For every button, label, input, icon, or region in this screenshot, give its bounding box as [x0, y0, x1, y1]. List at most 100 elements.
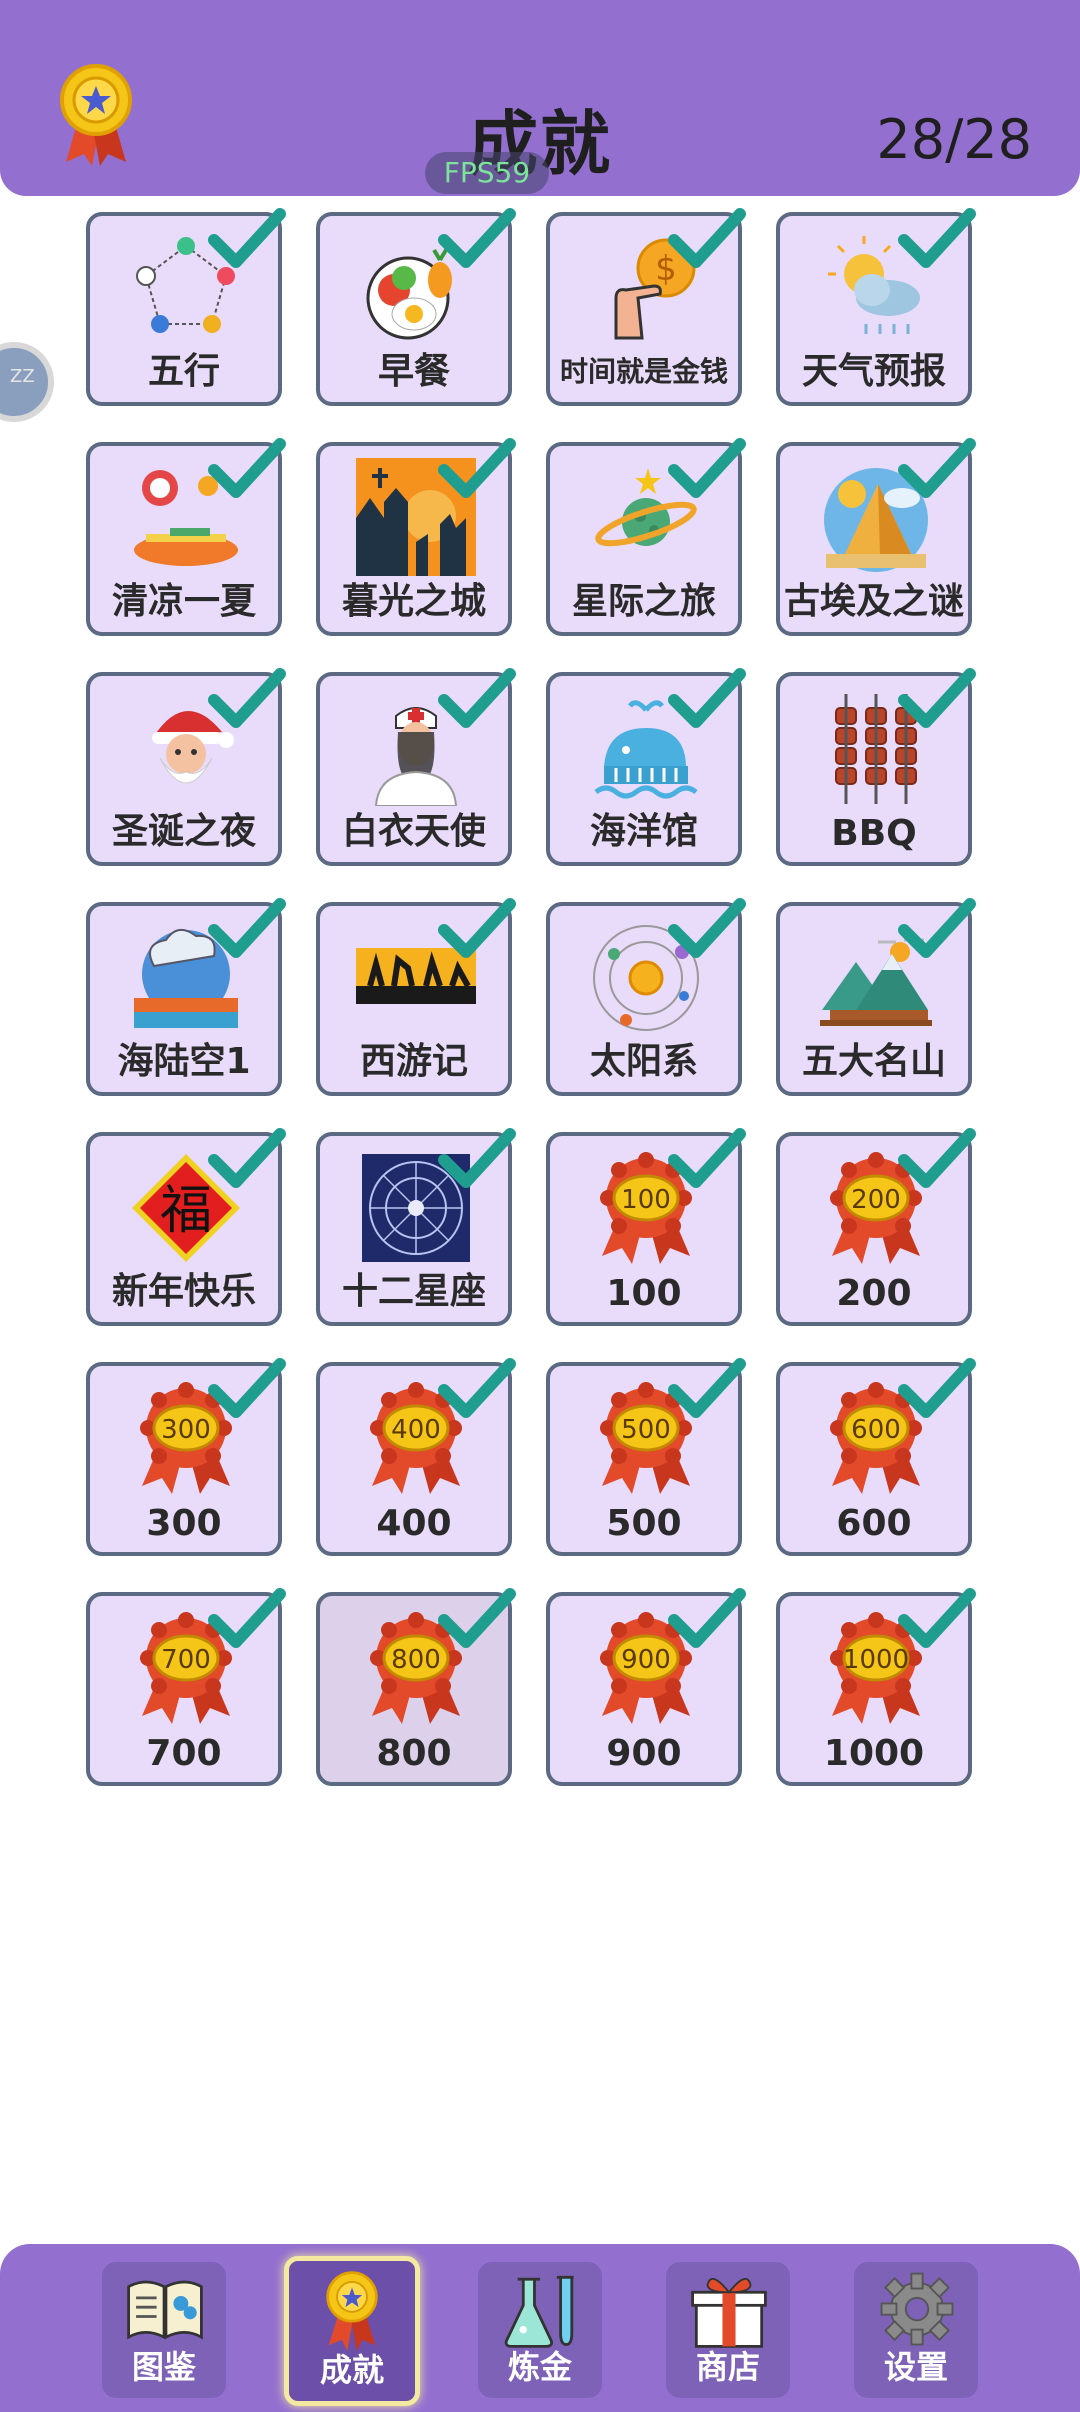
achievement-count: 28/28 [876, 108, 1032, 171]
check-icon [208, 438, 286, 498]
achievement-label: 1000 [823, 1733, 925, 1774]
achievement-card[interactable]: 五大名山 [776, 898, 976, 1096]
achievement-card[interactable]: 600 600 [776, 1358, 976, 1556]
achievement-card[interactable]: 500 500 [546, 1358, 746, 1556]
achievement-label: 海陆空1 [117, 1041, 251, 1082]
achievement-card[interactable]: 900 900 [546, 1588, 746, 1786]
check-icon [438, 208, 516, 268]
fps-counter: FPS59 [425, 152, 549, 194]
achievement-card[interactable]: 白衣天使 [316, 668, 516, 866]
badge-number: 900 [621, 1645, 671, 1675]
badge-number: 100 [621, 1185, 671, 1215]
check-icon [438, 438, 516, 498]
achievement-label: 五行 [147, 351, 220, 392]
achievement-label: 星际之旅 [571, 581, 716, 622]
flask-icon [504, 2275, 574, 2348]
bottom-nav: 图鉴 成就 炼金 商店 设置 [0, 2244, 1080, 2412]
achievement-card[interactable]: 海陆空1 [86, 898, 286, 1096]
top-bar: 成就 28/28 FPS59 [0, 0, 1080, 196]
nav-label: 设置 [883, 2348, 948, 2386]
achievement-card[interactable]: 古埃及之谜 [776, 438, 976, 636]
floating-handle-label: ZZ [10, 366, 35, 387]
check-icon [208, 668, 286, 728]
check-icon [438, 1128, 516, 1188]
check-icon [208, 208, 286, 268]
achievement-card[interactable]: 暮光之城 [316, 438, 516, 636]
achievement-label: 新年快乐 [111, 1271, 256, 1312]
achievement-card[interactable]: 圣诞之夜 [86, 668, 286, 866]
check-icon [208, 1588, 286, 1648]
achievement-card[interactable]: 天气预报 [776, 208, 976, 406]
achievement-label: 海洋馆 [589, 811, 698, 852]
check-icon [668, 438, 746, 498]
achievement-card[interactable]: 700 700 [86, 1588, 286, 1786]
check-icon [668, 1128, 746, 1188]
achievement-card[interactable]: BBQ [776, 668, 976, 866]
achievement-card[interactable]: 星际之旅 [546, 438, 746, 636]
achievement-card[interactable]: 海洋馆 [546, 668, 746, 866]
achievement-card[interactable]: 100 100 [546, 1128, 746, 1326]
badge-number: 600 [851, 1415, 901, 1445]
check-icon [208, 1128, 286, 1188]
achievement-label: 400 [376, 1503, 452, 1544]
achievement-label: 700 [146, 1733, 222, 1774]
achievement-label: 100 [606, 1273, 682, 1314]
check-icon [668, 898, 746, 958]
floating-handle[interactable]: ZZ [0, 342, 54, 422]
achievement-label: 十二星座 [341, 1271, 486, 1312]
badge-number: 700 [161, 1645, 211, 1675]
check-icon [898, 1128, 976, 1188]
check-icon [898, 668, 976, 728]
achievement-label: 古埃及之谜 [783, 581, 964, 622]
badge-number: 300 [161, 1415, 211, 1445]
nav-label: 商店 [695, 2348, 760, 2386]
achievement-card[interactable]: 早餐 [316, 208, 516, 406]
check-icon [898, 1588, 976, 1648]
badge-number: 400 [391, 1415, 441, 1445]
achievement-label: 西游记 [359, 1041, 468, 1082]
nav-item-book[interactable]: 图鉴 [102, 2262, 226, 2398]
check-icon [208, 898, 286, 958]
badge-number: 500 [621, 1415, 671, 1445]
achievement-card[interactable]: 福新年快乐 [86, 1128, 286, 1326]
gear-icon [880, 2272, 954, 2346]
achievement-card[interactable]: 1000 1000 [776, 1588, 976, 1786]
achievement-label: 太阳系 [589, 1041, 698, 1082]
achievement-label: 800 [376, 1733, 452, 1774]
achievement-label: 200 [836, 1273, 912, 1314]
check-icon [898, 208, 976, 268]
achievement-card[interactable]: $ 时间就是金钱 [546, 208, 746, 406]
nav-item-gift[interactable]: 商店 [666, 2262, 790, 2398]
check-icon [668, 208, 746, 268]
achievement-label: 清凉一夏 [111, 581, 256, 622]
check-icon [668, 668, 746, 728]
check-icon [668, 1358, 746, 1418]
nav-item-flask[interactable]: 炼金 [478, 2262, 602, 2398]
achievement-card[interactable]: 太阳系 [546, 898, 746, 1096]
gift-icon [691, 2277, 767, 2348]
check-icon [438, 1358, 516, 1418]
nav-item-medal[interactable]: 成就 [284, 2256, 420, 2406]
achievement-label: 天气预报 [801, 351, 946, 392]
nav-label: 图鉴 [131, 2348, 196, 2386]
achievement-label: BBQ [831, 813, 917, 854]
achievement-card[interactable]: 十二星座 [316, 1128, 516, 1326]
achievement-label: 900 [606, 1733, 682, 1774]
check-icon [898, 438, 976, 498]
achievement-label: 圣诞之夜 [111, 811, 256, 852]
medal-icon [326, 2271, 378, 2351]
check-icon [438, 1588, 516, 1648]
achievement-label: 白衣天使 [341, 811, 486, 852]
check-icon [898, 1358, 976, 1418]
achievement-card[interactable]: 800 800 [316, 1588, 516, 1786]
achievement-card[interactable]: 西游记 [316, 898, 516, 1096]
achievement-card[interactable]: 五行 [86, 208, 286, 406]
nav-label: 炼金 [507, 2348, 572, 2386]
nav-item-gear[interactable]: 设置 [854, 2262, 978, 2398]
achievement-card[interactable]: 200 200 [776, 1128, 976, 1326]
achievement-label: 五大名山 [801, 1041, 946, 1082]
achievement-card[interactable]: 400 400 [316, 1358, 516, 1556]
achievement-card[interactable]: 清凉一夏 [86, 438, 286, 636]
nav-label: 成就 [319, 2351, 384, 2389]
achievement-card[interactable]: 300 300 [86, 1358, 286, 1556]
